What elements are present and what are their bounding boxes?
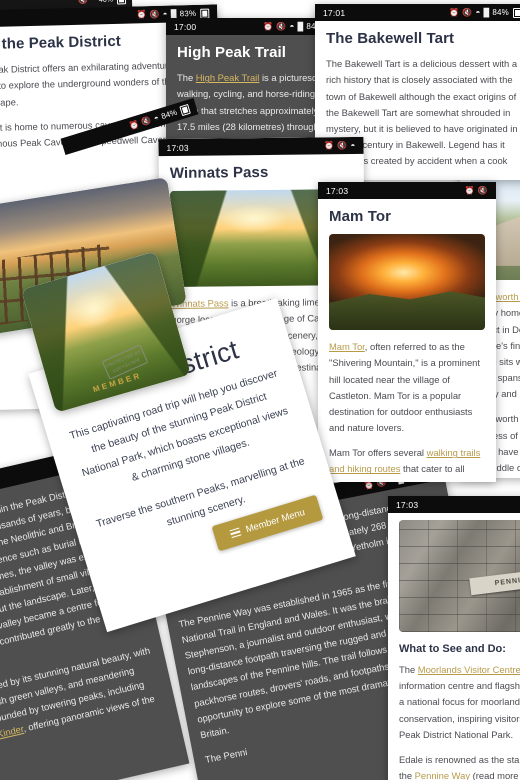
pennine-signpost: PENNINE (468, 567, 520, 595)
signal-icon: █ (297, 21, 304, 31)
signal-icon: █ (483, 7, 490, 17)
alarm-icon: ⏰ (324, 140, 335, 150)
page-title: Mam Tor (329, 208, 392, 225)
status-bar: 17:01 ⏰ 🔇 ◓ █ 84% (315, 4, 520, 21)
alarm-icon: ⏰ (127, 118, 140, 131)
paragraph: Mam Tor offers several walking trails an… (329, 445, 485, 482)
battery-label: 46% (99, 0, 113, 3)
battery-icon (513, 7, 520, 18)
wifi-icon: ◓ (162, 9, 168, 19)
status-time: 17:03 (396, 499, 419, 510)
mam-tor-photo (329, 234, 485, 331)
battery-icon (116, 0, 127, 5)
page-title: High Peak Trail (177, 44, 287, 61)
wifi-icon: ◓ (152, 112, 160, 123)
text: Mam Tor offers several (329, 447, 427, 459)
battery-icon (179, 103, 191, 116)
pennine-way-signpost-photo: PENNINE (399, 520, 520, 632)
status-time: 17:00 (174, 21, 197, 32)
hamburger-icon (229, 526, 242, 541)
wifi-icon: ◓ (289, 21, 295, 31)
status-bar: 17:03 ⏰ 🔇 ◓ (158, 136, 364, 157)
wifi-icon: ◓ (350, 140, 356, 150)
page-title: Winnats Pass (169, 163, 269, 182)
screenshot-collage: 16:04 ⏰ 🔇 ◓ █ 83% Caving in the Peak Dis… (0, 0, 520, 780)
text: The (399, 664, 418, 675)
alarm-icon: ⏰ (136, 9, 147, 19)
paragraph: Mam Tor, often referred to as the "Shive… (329, 339, 485, 436)
text: The (177, 72, 196, 84)
mute-icon: 🔇 (477, 185, 488, 195)
link-kinder-scout[interactable]: Kinder (0, 723, 24, 740)
alarm-icon: ⏰ (263, 21, 274, 31)
alarm-icon: ⏰ (464, 185, 475, 195)
link-pennine-way[interactable]: Pennine Way (415, 770, 470, 780)
mute-icon: 🔇 (276, 21, 287, 31)
status-time: 17:03 (326, 185, 349, 196)
phone-card-mam-tor[interactable]: 17:03 ⏰ 🔇 Mam Tor Mam Tor, often referre… (318, 182, 496, 482)
link-high-peak-trail[interactable]: High Peak Trail (196, 72, 260, 83)
status-bar: 17:03 ⏰ 🔇 (318, 182, 496, 199)
paragraph: Edale is renowned as the start point of … (399, 752, 520, 780)
mute-icon: 🔇 (140, 115, 153, 127)
battery-icon (200, 8, 210, 19)
battery-label: 83% (179, 8, 197, 19)
link-moorlands-visitor-centre[interactable]: Moorlands Visitor Centre (418, 664, 520, 675)
mute-icon: 🔇 (78, 0, 88, 4)
mute-icon: 🔇 (337, 140, 348, 150)
paragraph: The High Peak Trail is a picturesque wal… (177, 70, 333, 143)
status-time: 17:03 (166, 142, 189, 153)
alarm-icon: ⏰ (449, 7, 460, 17)
phone-card-edale[interactable]: 17:03 ⏰ PENNINE What to See and Do: The … (388, 496, 520, 780)
battery-label: 84% (492, 8, 509, 17)
page-title: The Bakewell Tart (326, 30, 455, 47)
section-heading: What to See and Do: (399, 643, 506, 655)
wifi-icon: ◓ (475, 7, 481, 17)
status-time: 17:01 (323, 7, 346, 18)
status-bar: 17:03 ⏰ (388, 496, 520, 513)
text: is an information centre and flagship bu… (399, 680, 520, 740)
paragraph: The Moorlands Visitor Centre is an infor… (399, 662, 520, 743)
battery-label: 84% (160, 107, 179, 122)
signal-icon: █ (170, 8, 177, 19)
wifi-icon: ◓ (91, 0, 96, 4)
mute-icon: 🔇 (149, 9, 160, 19)
mute-icon: 🔇 (462, 7, 473, 17)
link-mam-tor[interactable]: Mam Tor (329, 341, 365, 352)
text: , often referred to as the "Shivering Mo… (329, 341, 481, 434)
